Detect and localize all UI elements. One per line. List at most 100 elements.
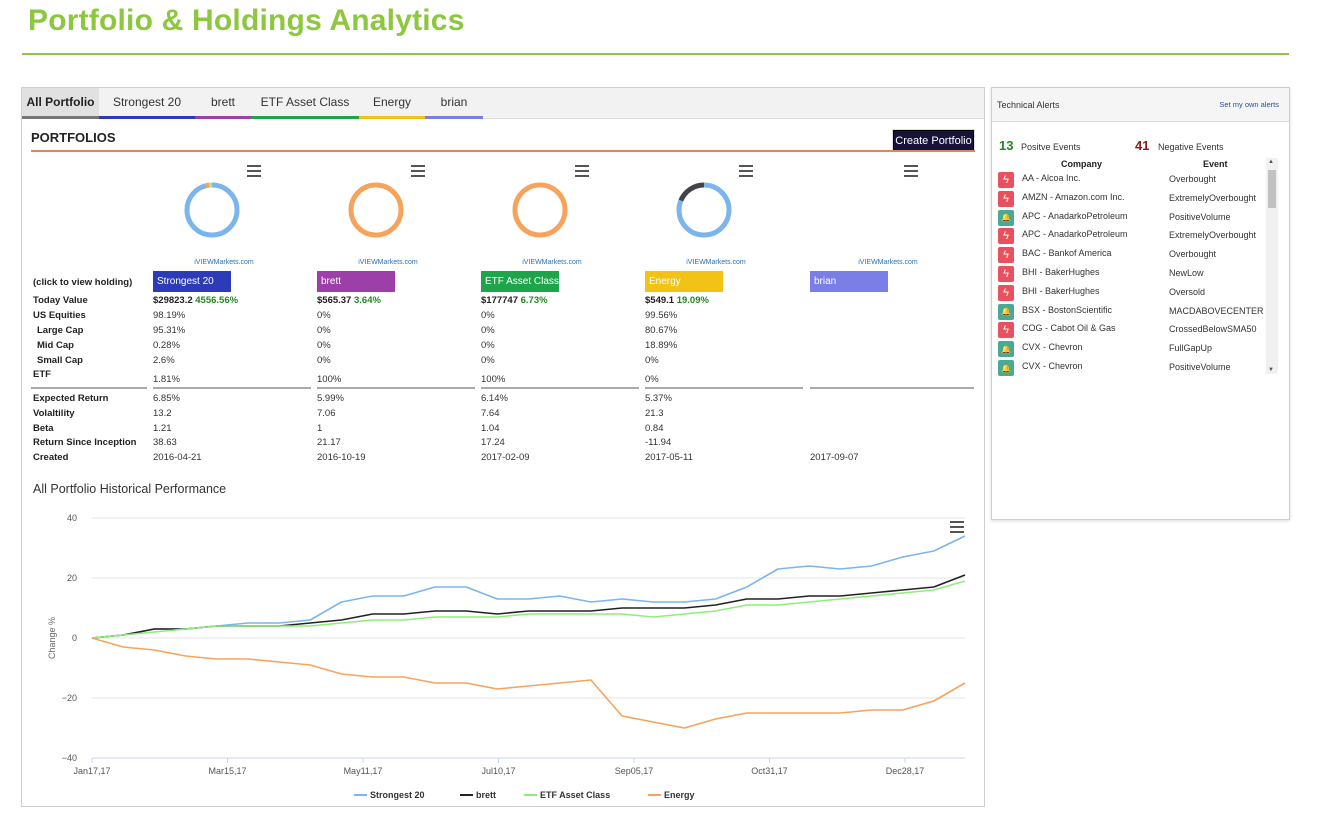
chart-credit[interactable]: iVIEWMarkets.com: [174, 259, 274, 266]
alert-row[interactable]: ϟ COG - Cabot Oil & Gas CrossedBelowSMA50: [998, 321, 1266, 339]
alert-row[interactable]: 🔔 CVX - Chevron FullGapUp: [998, 340, 1266, 358]
mid-cap-value: 0%: [317, 340, 331, 351]
positive-label: Positve Events: [1021, 142, 1081, 152]
expected-return-value: 5.99%: [317, 393, 344, 404]
mid-cap-value: 0.28%: [153, 340, 180, 351]
alert-event: ExtremelyOverbought: [1169, 230, 1257, 241]
tab-etf-asset-class[interactable]: ETF Asset Class: [251, 88, 359, 119]
alert-company[interactable]: BAC - Bankof America: [1022, 248, 1112, 258]
donut-menu-icon[interactable]: [247, 165, 261, 177]
small-cap-value: 0%: [317, 355, 331, 366]
bell-icon: 🔔: [998, 303, 1014, 320]
alert-row[interactable]: ϟ AA - Alcoa Inc. Overbought: [998, 171, 1266, 189]
today-value-label: Today Value: [33, 295, 88, 306]
scroll-down-icon[interactable]: ▼: [1268, 367, 1274, 373]
donut-chart-energy: [676, 182, 732, 238]
alert-row[interactable]: ϟ AMZN - Amazon.com Inc. ExtremelyOverboug…: [998, 190, 1266, 208]
portfolio-button-etf-asset-class[interactable]: ETF Asset Class: [481, 271, 559, 292]
tab-brian[interactable]: brian: [425, 88, 483, 119]
alerts-scrollbar[interactable]: ▲ ▼: [1266, 158, 1278, 374]
scroll-thumb[interactable]: [1268, 170, 1276, 208]
chart-credit[interactable]: iVIEWMarkets.com: [666, 259, 766, 266]
alert-company[interactable]: CVX - Chevron: [1022, 342, 1083, 352]
alert-row[interactable]: 🔔 CVX - Chevron PositiveVolume: [998, 359, 1266, 377]
bell-icon: 🔔: [998, 341, 1014, 358]
donut-slice: [348, 182, 404, 238]
donut-menu-icon[interactable]: [575, 165, 589, 177]
set-own-alerts-link[interactable]: Set my own alerts: [1219, 100, 1279, 109]
performance-line-chart: 40 20 0 −20 −40 Jan17,17 Mar15,17 May11,17 Jul10…: [47, 513, 966, 800]
chart-credit[interactable]: iVIEWMarkets.com: [338, 259, 438, 266]
event-column-header: Event: [1203, 159, 1228, 169]
bell-icon: 🔔: [998, 209, 1014, 226]
page-title: Portfolio & Holdings Analytics: [28, 4, 465, 37]
alert-company[interactable]: AA - Alcoa Inc.: [1022, 173, 1081, 183]
x-tick-label: Dec28,17: [886, 766, 925, 776]
tab-energy[interactable]: Energy: [359, 88, 425, 119]
alert-company[interactable]: CVX - Chevron: [1022, 361, 1083, 371]
small-cap-value: 0%: [481, 355, 495, 366]
portfolio-panel: All Portfolio Strongest 20 brett ETF Ass…: [21, 87, 985, 807]
alert-company[interactable]: APC - AnadarkoPetroleum: [1022, 211, 1128, 221]
tab-all-portfolio[interactable]: All Portfolio: [22, 88, 99, 119]
alert-row[interactable]: ϟ BHI - BakerHughes Oversold: [998, 284, 1266, 302]
donut-slice: [184, 182, 240, 238]
legend-item[interactable]: brett: [460, 790, 496, 800]
large-cap-value: 0%: [317, 325, 331, 336]
donut-menu-icon[interactable]: [904, 165, 918, 177]
alert-row[interactable]: 🔔 BSX - BostonScientific MACDABOVECENTER: [998, 303, 1266, 321]
alert-company[interactable]: AMZN - Amazon.com Inc.: [1022, 192, 1125, 202]
lightning-icon: ϟ: [998, 190, 1014, 207]
alert-row[interactable]: ϟ APC - AnadarkoPetroleum ExtremelyOverbou…: [998, 227, 1266, 245]
alert-company[interactable]: BHI - BakerHughes: [1022, 267, 1100, 277]
table-divider: [31, 387, 147, 389]
portfolios-divider: [31, 150, 975, 152]
legend-item[interactable]: Energy: [648, 790, 695, 800]
alert-row[interactable]: ϟ BAC - Bankof America Overbought: [998, 246, 1266, 264]
donut-menu-icon[interactable]: [411, 165, 425, 177]
alert-company[interactable]: COG - Cabot Oil & Gas: [1022, 323, 1116, 333]
portfolio-button-energy[interactable]: Energy: [645, 271, 723, 292]
etf-label: ETF: [33, 369, 51, 380]
alert-event: PositiveVolume: [1169, 362, 1231, 372]
alert-company[interactable]: BHI - BakerHughes: [1022, 286, 1100, 296]
tab-brett[interactable]: brett: [195, 88, 251, 119]
return-since-inception-value: 17.24: [481, 437, 505, 448]
chart-menu-icon[interactable]: [950, 521, 964, 533]
alert-company[interactable]: APC - AnadarkoPetroleum: [1022, 229, 1128, 239]
donut-chart-etf-asset-class: [512, 182, 568, 238]
tab-strongest-20[interactable]: Strongest 20: [99, 88, 195, 119]
donut-slice: [512, 182, 568, 238]
chart-credit[interactable]: iVIEWMarkets.com: [502, 259, 602, 266]
alert-event: MACDABOVECENTER: [1169, 305, 1264, 316]
alert-row[interactable]: 🔔 APC - AnadarkoPetroleum PositiveVolume: [998, 209, 1266, 227]
donut-menu-icon[interactable]: [739, 165, 753, 177]
create-portfolio-button[interactable]: Create Portfolio: [892, 129, 975, 152]
us-equities-value: 98.19%: [153, 310, 186, 321]
chart-credit[interactable]: iVIEWMarkets.com: [838, 259, 938, 266]
alert-event: Overbought: [1169, 174, 1217, 184]
portfolio-button-strongest-20[interactable]: Strongest 20: [153, 271, 231, 292]
scroll-up-icon[interactable]: ▲: [1268, 159, 1274, 165]
lightning-icon: ϟ: [998, 266, 1014, 282]
y-tick-label: −40: [62, 753, 77, 763]
lightning-icon: ϟ: [998, 322, 1014, 339]
negative-count: 41: [1135, 138, 1150, 153]
beta-label: Beta: [33, 423, 54, 434]
alert-company[interactable]: BSX - BostonScientific: [1022, 305, 1112, 315]
mid-cap-label: Mid Cap: [37, 340, 74, 351]
small-cap-value: 2.6%: [153, 355, 175, 366]
alert-event: FullGapUp: [1169, 343, 1213, 354]
table-divider: [153, 387, 311, 389]
legend-item[interactable]: Strongest 20: [354, 790, 425, 800]
created-value: 2017-05-11: [645, 452, 693, 463]
legend-item[interactable]: ETF Asset Class: [524, 790, 610, 800]
legend-label: brett: [476, 790, 496, 800]
small-cap-label: Small Cap: [37, 355, 83, 366]
portfolio-button-brian[interactable]: brian: [810, 271, 888, 292]
portfolio-button-brett[interactable]: brett: [317, 271, 395, 292]
x-tick-label: Sep05,17: [615, 766, 654, 776]
return-since-inception-value: -11.94: [645, 437, 672, 448]
alert-row[interactable]: ϟ BHI - BakerHughes NewLow: [998, 265, 1266, 283]
alert-event: Oversold: [1169, 286, 1206, 297]
